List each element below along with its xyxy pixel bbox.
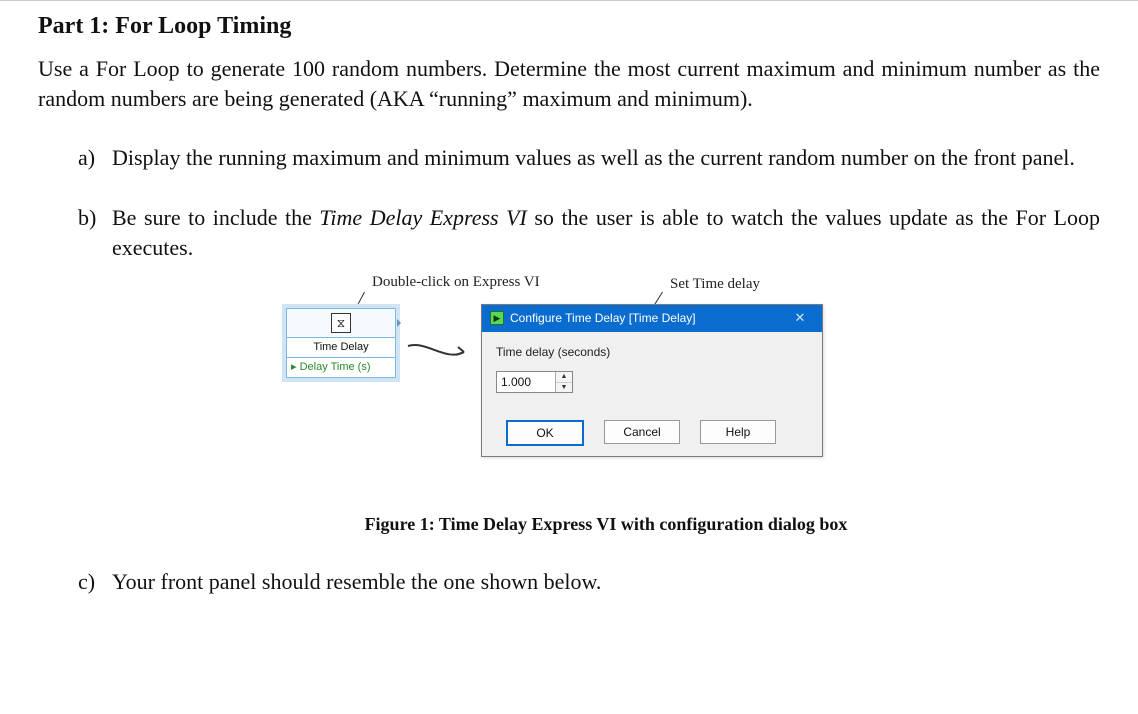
item-text: Display the running maximum and minimum … — [112, 145, 1075, 170]
item-b: b) Be sure to include the Time Delay Exp… — [78, 203, 1100, 537]
close-icon[interactable]: ✕ — [786, 309, 814, 327]
time-delay-value[interactable]: 1.000 — [497, 372, 555, 392]
express-vi-node[interactable]: ⧖ Time Delay ▸ Delay Time (s) — [286, 308, 396, 378]
field-label: Time delay (seconds) — [496, 344, 808, 360]
time-delay-input[interactable]: 1.000 ▲ ▼ — [496, 371, 573, 393]
section-heading: Part 1: For Loop Timing — [38, 13, 1100, 40]
figure-container: Double-click on Express VI Set Time dela… — [286, 268, 926, 498]
vi-icon-row: ⧖ — [287, 309, 395, 338]
arrow-icon — [406, 340, 474, 364]
run-icon: ▶ — [490, 311, 504, 325]
param-marker-icon: ▸ — [291, 361, 297, 373]
vi-name-label: Time Delay — [287, 338, 395, 358]
annotation-doubleclick: Double-click on Express VI — [372, 272, 540, 292]
dialog-button-row: OK Cancel Help — [496, 420, 808, 446]
intro-paragraph: Use a For Loop to generate 100 random nu… — [38, 54, 1100, 113]
dialog-body: Time delay (seconds) 1.000 ▲ ▼ OK Cancel… — [482, 332, 822, 456]
vi-param-text: Delay Time (s) — [300, 361, 371, 373]
dialog-title: Configure Time Delay [Time Delay] — [510, 310, 696, 326]
figure-caption-text: Figure 1: Time Delay Express VI with con… — [365, 514, 848, 534]
help-button[interactable]: Help — [700, 420, 776, 444]
cancel-button[interactable]: Cancel — [604, 420, 680, 444]
item-c: c) Your front panel should resemble the … — [78, 567, 1100, 597]
item-text-pre: Be sure to include the — [112, 205, 319, 230]
item-marker: b) — [78, 203, 96, 233]
question-list: a) Display the running maximum and minim… — [38, 143, 1100, 596]
item-marker: c) — [78, 567, 95, 597]
dialog-titlebar[interactable]: ▶ Configure Time Delay [Time Delay] ✕ — [482, 305, 822, 332]
ok-button[interactable]: OK — [506, 420, 584, 446]
annotation-setdelay: Set Time delay — [670, 274, 760, 294]
document-page: Part 1: For Loop Timing Use a For Loop t… — [0, 0, 1138, 656]
chevron-right-icon — [397, 319, 401, 327]
hourglass-icon: ⧖ — [331, 313, 351, 333]
item-a: a) Display the running maximum and minim… — [78, 143, 1100, 173]
figure-caption: Figure 1: Time Delay Express VI with con… — [112, 512, 1100, 536]
item-text-italic: Time Delay Express VI — [319, 205, 526, 230]
vi-param-label: ▸ Delay Time (s) — [287, 358, 395, 377]
item-marker: a) — [78, 143, 95, 173]
spin-up-icon[interactable]: ▲ — [556, 372, 572, 383]
spinner[interactable]: ▲ ▼ — [555, 372, 572, 392]
configure-dialog: ▶ Configure Time Delay [Time Delay] ✕ Ti… — [481, 304, 823, 456]
item-text: Your front panel should resemble the one… — [112, 569, 601, 594]
spin-down-icon[interactable]: ▼ — [556, 383, 572, 393]
